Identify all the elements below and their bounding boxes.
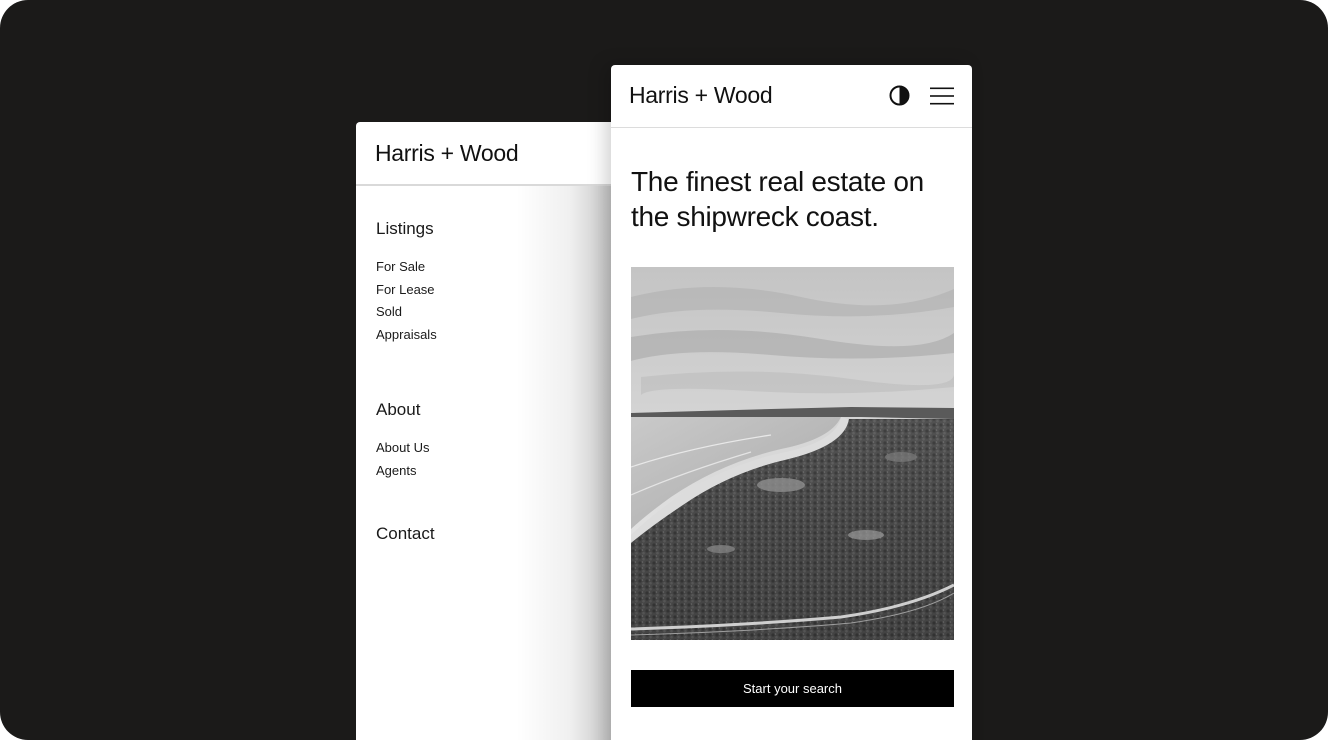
menu-item-about-us[interactable]: About Us xyxy=(376,437,429,460)
showcase-stage: Harris + Wood Listings For Sale For Leas… xyxy=(0,0,1328,740)
start-search-button[interactable]: Start your search xyxy=(631,670,954,707)
menu-header: Harris + Wood xyxy=(356,122,626,186)
brand-logo[interactable]: Harris + Wood xyxy=(375,140,519,167)
menu-section-title[interactable]: Listings xyxy=(376,219,437,239)
menu-section-listings: Listings For Sale For Lease Sold Apprais… xyxy=(376,219,437,346)
menu-section-title[interactable]: About xyxy=(376,400,429,420)
brand-logo[interactable]: Harris + Wood xyxy=(629,82,773,109)
home-screen: Harris + Wood The finest real estate on … xyxy=(611,65,972,740)
menu-item-agents[interactable]: Agents xyxy=(376,460,429,483)
hamburger-menu-icon[interactable] xyxy=(930,87,954,105)
menu-item-for-lease[interactable]: For Lease xyxy=(376,279,437,302)
menu-section-about: About About Us Agents xyxy=(376,400,429,482)
menu-item-appraisals[interactable]: Appraisals xyxy=(376,324,437,347)
menu-item-sold[interactable]: Sold xyxy=(376,301,437,324)
menu-section-title[interactable]: Contact xyxy=(376,524,435,544)
contrast-icon[interactable] xyxy=(889,85,910,106)
menu-screen: Harris + Wood Listings For Sale For Leas… xyxy=(356,122,626,740)
menu-item-for-sale[interactable]: For Sale xyxy=(376,256,437,279)
hero-coastline-image xyxy=(631,267,954,640)
menu-section-contact: Contact xyxy=(376,524,435,544)
home-header: Harris + Wood xyxy=(611,65,972,128)
hero-headline: The finest real estate on the shipwreck … xyxy=(631,166,924,232)
